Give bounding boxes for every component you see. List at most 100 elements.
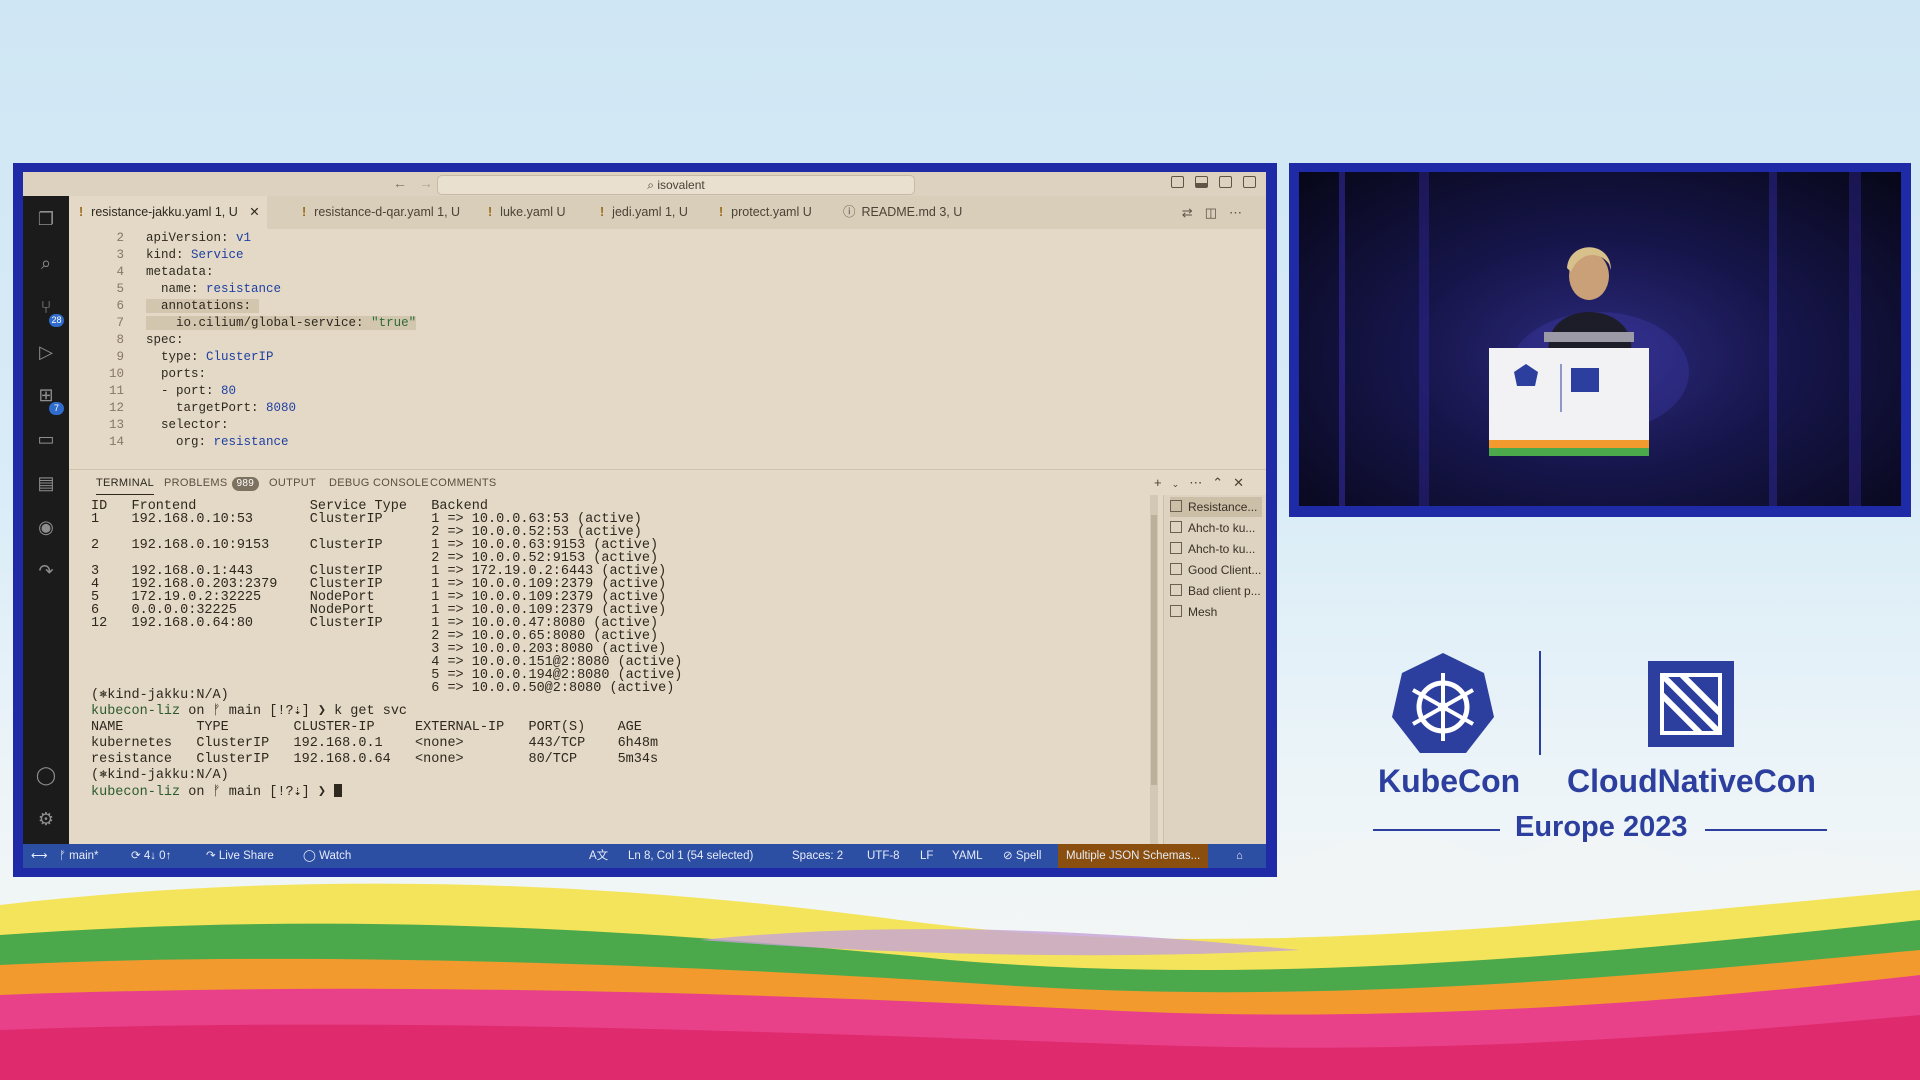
live-share-icon[interactable]: ↷ <box>35 560 57 582</box>
tab-terminal[interactable]: TERMINAL <box>96 470 155 495</box>
sync-indicator[interactable]: ⟳ 4↓ 0↑ <box>131 844 171 868</box>
testing-icon[interactable]: ▤ <box>35 472 57 494</box>
activity-bar: ❐ ⌕ ⑂ 28 ▷ ⊞ 7 ▭ ▤ ◉ ↷ ◯ ⚙ <box>23 196 69 844</box>
camera-frame <box>1289 163 1911 517</box>
command-center[interactable]: ⌕ isovalent <box>437 175 915 195</box>
tab-protect[interactable]: ! protect.yaml U <box>719 196 812 229</box>
yaml-file-icon: ! <box>600 205 605 219</box>
code-line: - port: 80 <box>146 384 236 398</box>
spell-check[interactable]: ⊘ Spell <box>1003 844 1041 868</box>
toggle-panel-icon[interactable] <box>1195 176 1208 188</box>
line-number: 2 <box>116 231 124 245</box>
layout-controls <box>1171 176 1256 188</box>
back-arrow-icon[interactable]: ← <box>393 175 407 191</box>
remote-indicator-icon[interactable]: ⟷ <box>31 844 48 868</box>
settings-gear-icon[interactable]: ⚙ <box>35 808 57 830</box>
json-schema-warning[interactable]: Multiple JSON Schemas... <box>1058 844 1209 868</box>
terminal-icon <box>1170 584 1182 596</box>
extensions-badge: 7 <box>49 402 64 415</box>
terminal-prompt: kubecon-liz on ᚠ main [!?⇣] ❯ <box>91 784 343 801</box>
code-line: selector: <box>146 418 236 432</box>
yaml-value: v1 <box>236 231 252 245</box>
yaml-key: name: <box>146 282 199 296</box>
yaml-key: type: <box>146 350 199 364</box>
terminal-icon <box>1170 521 1182 533</box>
yaml-value: Service <box>191 248 244 262</box>
language-mode[interactable]: YAML <box>952 844 982 868</box>
live-share-button[interactable]: ↷ Live Share <box>206 844 274 868</box>
tab-problems[interactable]: PROBLEMS 989 <box>164 470 260 496</box>
run-debug-icon[interactable]: ▷ <box>35 341 57 363</box>
yaml-key: io.cilium/global-service: <box>146 316 364 330</box>
tab-debug-console[interactable]: DEBUG CONSOLE <box>329 470 429 496</box>
forward-arrow-icon[interactable]: → <box>419 175 433 191</box>
title-bar: ← → ⌕ isovalent <box>23 172 1266 196</box>
explorer-icon[interactable]: ❐ <box>35 208 57 230</box>
more-actions-icon[interactable]: ⋯ <box>1229 205 1254 220</box>
maximize-panel-icon[interactable]: ⌃ <box>1212 475 1233 490</box>
yaml-key: - port: <box>146 384 214 398</box>
tab-luke[interactable]: ! luke.yaml U <box>488 196 565 229</box>
svc-table-row: resistance ClusterIP 192.168.0.64 <none>… <box>91 752 659 767</box>
watch-button[interactable]: ◯ Watch <box>303 844 351 868</box>
code-line: annotations: <box>146 299 259 313</box>
line-number: 12 <box>108 401 124 415</box>
terminal-item[interactable]: Resistance... <box>1170 497 1262 517</box>
terminal-scrollbar[interactable] <box>1150 495 1158 844</box>
yaml-value: 80 <box>221 384 237 398</box>
split-editor-icon[interactable]: ◫ <box>1205 205 1229 220</box>
customize-layout-icon[interactable] <box>1243 176 1256 188</box>
conference-logo: KubeCon CloudNativeCon Europe 2023 <box>1370 645 1830 860</box>
more-actions-icon[interactable]: ⋯ <box>1189 475 1212 490</box>
cursor-position[interactable]: Ln 8, Col 1 (54 selected) <box>628 844 753 868</box>
end-of-line[interactable]: LF <box>920 844 933 868</box>
encoding[interactable]: UTF-8 <box>867 844 900 868</box>
toggle-secondary-sidebar-icon[interactable] <box>1219 176 1232 188</box>
tab-output[interactable]: OUTPUT <box>269 470 316 496</box>
code-line: type: ClusterIP <box>146 350 274 364</box>
open-changes-icon[interactable]: ⇄ <box>1182 205 1205 220</box>
tab-resistance-jakku[interactable]: ! resistance-jakku.yaml 1, U ✕ <box>69 196 267 229</box>
code-line: io.cilium/global-service: "true" <box>146 316 417 330</box>
yaml-value: ClusterIP <box>206 350 274 364</box>
tab-comments[interactable]: COMMENTS <box>430 470 497 496</box>
vscode-window: ← → ⌕ isovalent ❐ ⌕ ⑂ 28 ▷ ⊞ 7 ▭ ▤ ◉ ↷ ◯… <box>23 172 1266 868</box>
close-panel-icon[interactable]: ✕ <box>1233 475 1254 490</box>
new-terminal-icon[interactable]: + <box>1154 475 1172 490</box>
speaker-video <box>1299 172 1901 506</box>
svc-table-row: kubernetes ClusterIP 192.168.0.1 <none> … <box>91 736 659 751</box>
panel-header: TERMINAL PROBLEMS 989 OUTPUT DEBUG CONSOL… <box>69 469 1266 496</box>
tab-jedi[interactable]: ! jedi.yaml 1, U <box>600 196 688 229</box>
terminal-output[interactable]: ID Frontend Service Type Backend 1 192.16… <box>69 495 1152 844</box>
yaml-key: org: <box>146 435 207 449</box>
terminal-item[interactable]: Ahch-to ku... <box>1170 518 1255 538</box>
line-number: 3 <box>116 248 124 262</box>
search-icon[interactable]: ⌕ <box>35 252 57 274</box>
tab-resistance-d-qar[interactable]: ! resistance-d-qar.yaml 1, U <box>302 196 460 229</box>
terminal-item[interactable]: Ahch-to ku... <box>1170 539 1255 559</box>
terminal-item[interactable]: Good Client... <box>1170 560 1261 580</box>
line-number: 6 <box>116 299 124 313</box>
translate-icon[interactable]: A文 <box>589 844 608 868</box>
remote-explorer-icon[interactable]: ▭ <box>35 428 57 450</box>
terminal-item[interactable]: Bad client p... <box>1170 581 1261 601</box>
account-icon[interactable]: ◯ <box>35 764 57 786</box>
editor-actions: ⇄◫⋯ <box>1182 196 1254 229</box>
terminal-item[interactable]: Mesh <box>1170 602 1217 622</box>
status-bar: ⟷ ᚠ main* ⟳ 4↓ 0↑ ↷ Live Share ◯ Watch A… <box>23 844 1266 868</box>
svc-table-header: NAME TYPE CLUSTER-IP EXTERNAL-IP PORT(S)… <box>91 720 642 735</box>
tab-readme[interactable]: ⓘ README.md 3, U <box>843 196 962 229</box>
chevron-down-icon[interactable]: ⌄ <box>1172 479 1190 489</box>
panel-controls: +⌄⋯⌃✕ <box>1154 470 1254 496</box>
editor-tabs: ! resistance-jakku.yaml 1, U ✕ ! resistanc… <box>69 196 1266 229</box>
yaml-file-icon: ! <box>719 205 724 219</box>
indentation[interactable]: Spaces: 2 <box>792 844 843 868</box>
github-icon[interactable]: ◉ <box>35 516 57 538</box>
notifications-icon[interactable]: ⌂ <box>1236 844 1243 868</box>
close-tab-icon[interactable]: ✕ <box>249 205 259 219</box>
branch-indicator[interactable]: ᚠ main* <box>59 844 99 868</box>
toggle-sidebar-icon[interactable] <box>1171 176 1184 188</box>
code-editor[interactable]: 2 apiVersion: v1 3 kind: Service 4 metadata: … <box>69 229 1259 449</box>
terminal-icon <box>1170 563 1182 575</box>
yaml-key: ports: <box>146 367 207 381</box>
